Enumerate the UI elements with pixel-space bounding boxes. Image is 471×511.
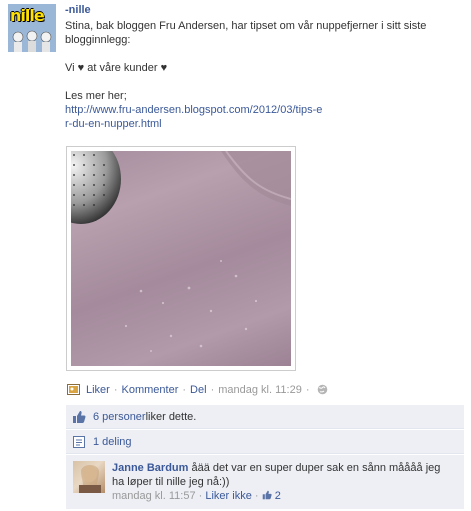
post-action-bar: Liker · Kommenter · Del · mandag kl. 11:… (67, 383, 328, 396)
action-separator: · (305, 383, 310, 396)
fabric-photo-illustration (71, 151, 291, 352)
share-button[interactable]: Del (190, 384, 207, 396)
comment-meta: mandag kl. 11:57 · Liker ikke · 2 (112, 489, 452, 503)
comment-button[interactable]: Kommenter (122, 384, 179, 396)
likes-count-link[interactable]: 6 personer (93, 411, 146, 423)
post-photo[interactable] (71, 151, 291, 366)
comment-author-link[interactable]: Janne Bardum (112, 462, 188, 474)
action-separator: · (210, 383, 215, 396)
comment-meta-separator: · (198, 490, 203, 502)
like-button[interactable]: Liker (86, 384, 110, 396)
share-icon (73, 435, 85, 448)
avatar-figures-illustration (12, 30, 52, 52)
commenter-avatar[interactable] (73, 461, 105, 493)
commenter-photo (79, 465, 101, 493)
thumbs-up-small-icon[interactable] (262, 490, 272, 500)
action-separator: · (182, 383, 187, 396)
likes-row-inner: 6 personer liker dette. (66, 405, 464, 429)
post-photo-frame[interactable] (66, 146, 296, 371)
shares-row-inner: 1 deling (66, 430, 464, 454)
post-text-line1: Stina, bak bloggen Fru Andersen, har tip… (65, 20, 427, 46)
post-text-line3: Les mer her; (65, 90, 127, 102)
action-separator: · (113, 383, 118, 396)
likes-summary-row: 6 personer liker dette. (66, 405, 464, 429)
unlike-button[interactable]: Liker ikke (205, 490, 251, 502)
page-logo-text: nille (10, 6, 45, 25)
post-content: -nille Stina, bak bloggen Fru Andersen, … (65, 4, 465, 131)
comment-body: Janne Bardum åää det var en super duper … (112, 461, 452, 503)
likes-text: liker dette. (145, 410, 197, 423)
comment-like-count[interactable]: 2 (275, 490, 281, 502)
photo-icon (67, 384, 80, 395)
post-text-line2: Vi ♥ at våre kunder ♥ (65, 62, 168, 74)
shares-count-link[interactable]: 1 deling (93, 436, 132, 448)
comment-timestamp[interactable]: mandag kl. 11:57 (112, 490, 196, 502)
comment-item: Janne Bardum åää det var en super duper … (66, 455, 464, 509)
page-avatar[interactable]: nille (8, 4, 56, 52)
globe-icon[interactable] (317, 384, 328, 395)
post-author-link[interactable]: -nille (65, 4, 465, 16)
post-timestamp[interactable]: mandag kl. 11:29 (218, 384, 302, 396)
shares-summary-row: 1 deling (66, 430, 464, 454)
post-url-link[interactable]: http://www.fru-andersen.blogspot.com/201… (65, 103, 325, 131)
thumbs-up-icon (73, 410, 86, 423)
comment-meta-separator: · (254, 490, 259, 502)
